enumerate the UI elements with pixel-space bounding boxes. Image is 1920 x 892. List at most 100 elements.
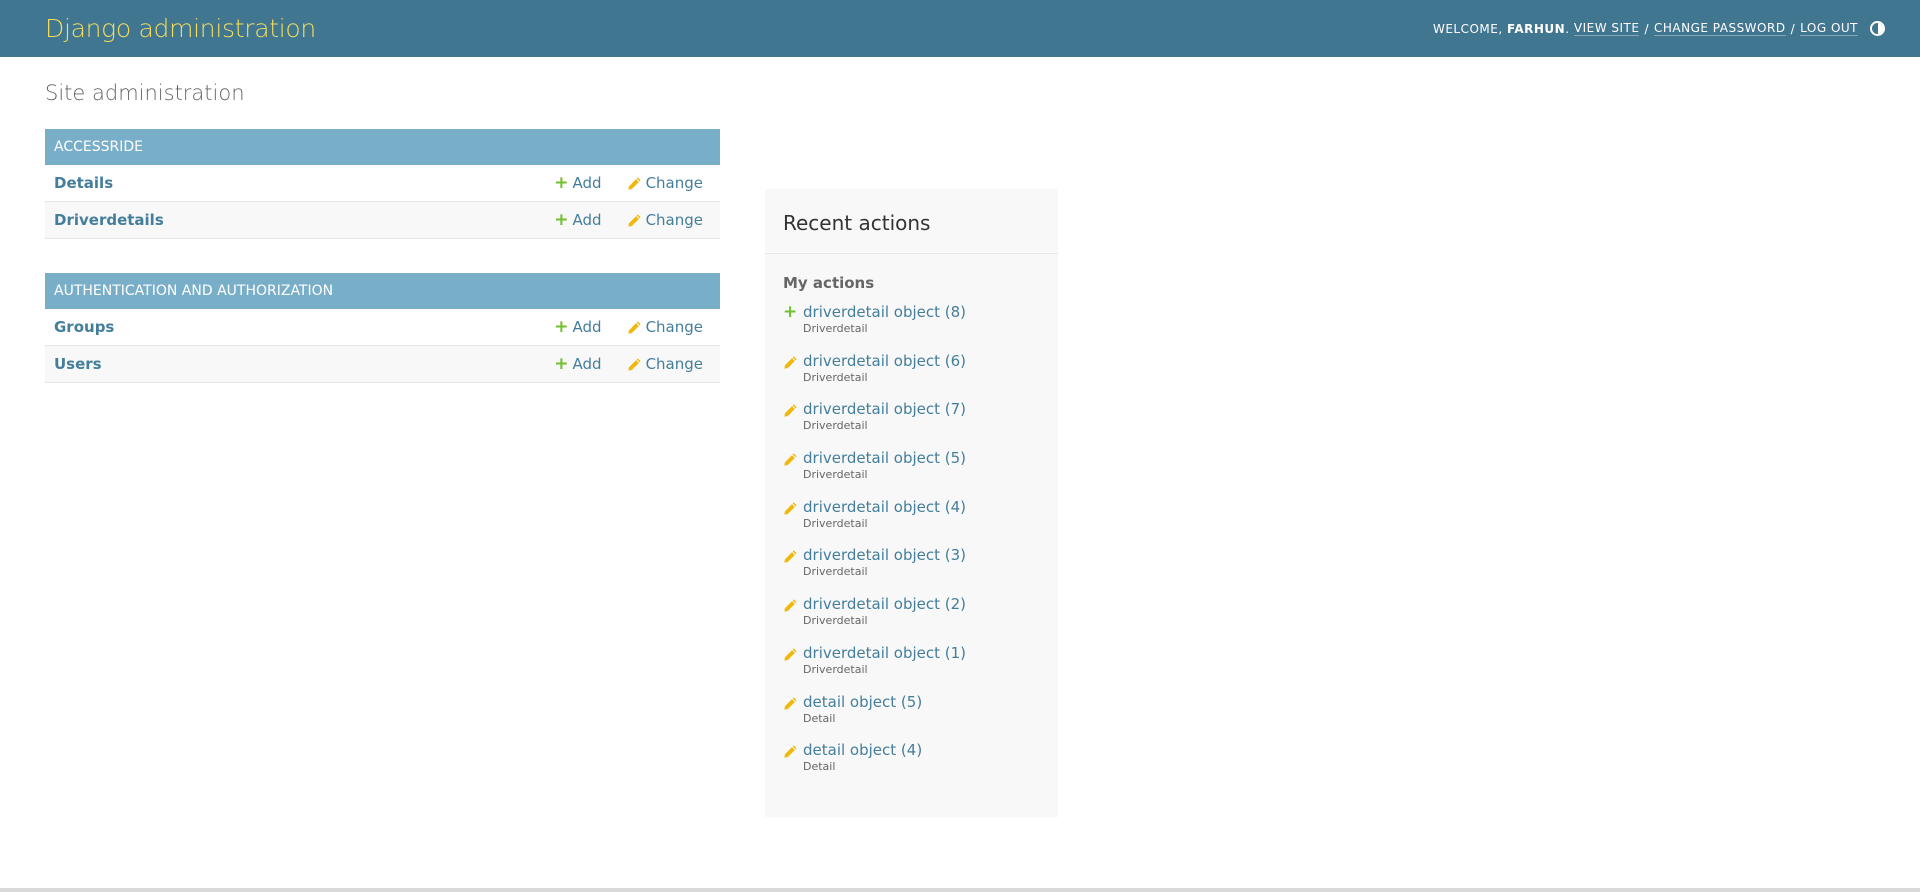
change-button[interactable]: Change (627, 318, 703, 336)
add-label: Add (572, 174, 602, 192)
add-button[interactable]: + Add (554, 174, 601, 192)
recent-action-item: driverdetail object (7) Driverdetail (765, 399, 1058, 448)
recent-action-type: Detail (803, 760, 836, 774)
change-label: Change (645, 355, 703, 373)
change-button[interactable]: Change (627, 174, 703, 192)
period-text: . (1565, 21, 1570, 36)
recent-action-link[interactable]: driverdetail object (5) (803, 448, 966, 468)
main-content: Site administration ACCESSRIDE Details + Ad… (0, 57, 1920, 817)
recent-action-item: driverdetail object (1) Driverdetail (765, 643, 1058, 692)
pencil-icon (783, 594, 803, 643)
pencil-icon (783, 692, 803, 741)
action-text: driverdetail object (3) Driverdetail (803, 545, 966, 594)
add-button[interactable]: + Add (554, 211, 601, 229)
change-label: Change (645, 211, 703, 229)
recent-action-type: Driverdetail (803, 419, 868, 433)
recent-action-item: detail object (5) Detail (765, 692, 1058, 741)
username: FARHUN (1507, 21, 1566, 36)
add-label: Add (572, 318, 602, 336)
action-text: driverdetail object (2) Driverdetail (803, 594, 966, 643)
pencil-icon (627, 213, 641, 227)
separator: / (1790, 21, 1796, 36)
action-text: driverdetail object (8) Driverdetail (803, 302, 966, 351)
view-site-link[interactable]: VIEW SITE (1573, 21, 1640, 36)
model-row: Users + Add Change (45, 346, 720, 383)
recent-action-link[interactable]: driverdetail object (8) (803, 302, 966, 322)
bottom-border (0, 888, 1920, 892)
add-button[interactable]: + Add (554, 318, 601, 336)
recent-action-item: driverdetail object (3) Driverdetail (765, 545, 1058, 594)
recent-actions-panel: Recent actions My actions + driverdetail … (765, 189, 1058, 817)
action-text: detail object (5) Detail (803, 692, 922, 741)
add-label: Add (572, 211, 602, 229)
recent-action-item: driverdetail object (5) Driverdetail (765, 448, 1058, 497)
action-text: detail object (4) Detail (803, 740, 922, 789)
header: Django administration WELCOME, FARHUN. V… (0, 0, 1920, 57)
my-actions-title: My actions (783, 274, 875, 292)
change-password-link[interactable]: CHANGE PASSWORD (1653, 21, 1786, 36)
theme-toggle-icon[interactable] (1870, 21, 1885, 36)
welcome-text: WELCOME, (1432, 21, 1503, 36)
recent-action-link[interactable]: driverdetail object (4) (803, 497, 966, 517)
pencil-icon (783, 399, 803, 448)
recent-action-link[interactable]: driverdetail object (1) (803, 643, 966, 663)
pencil-icon (627, 320, 641, 334)
app-caption[interactable]: AUTHENTICATION AND AUTHORIZATION (45, 273, 720, 309)
pencil-icon (783, 740, 803, 789)
pencil-icon (783, 643, 803, 692)
recent-action-item: driverdetail object (6) Driverdetail (765, 351, 1058, 400)
change-label: Change (645, 174, 703, 192)
recent-action-type: Detail (803, 711, 836, 725)
app-caption[interactable]: ACCESSRIDE (45, 129, 720, 165)
action-text: driverdetail object (7) Driverdetail (803, 399, 966, 448)
recent-action-type: Driverdetail (803, 662, 868, 676)
user-tools: WELCOME, FARHUN. VIEW SITE / CHANGE PASS… (1433, 21, 1885, 36)
plus-icon: + (783, 302, 798, 322)
change-label: Change (645, 318, 703, 336)
recent-action-item: detail object (4) Detail (765, 740, 1058, 789)
recent-actions-title: Recent actions (765, 189, 1058, 254)
model-name-link[interactable]: Driverdetails (54, 211, 554, 229)
recent-action-item: driverdetail object (4) Driverdetail (765, 497, 1058, 546)
pencil-icon (783, 448, 803, 497)
action-text: driverdetail object (6) Driverdetail (803, 351, 966, 400)
recent-action-link[interactable]: driverdetail object (7) (803, 399, 966, 419)
action-text: driverdetail object (1) Driverdetail (803, 643, 966, 692)
plus-icon: + (554, 316, 569, 337)
model-name-link[interactable]: Users (54, 355, 554, 373)
add-button[interactable]: + Add (554, 355, 601, 373)
pencil-icon (783, 545, 803, 594)
recent-action-link[interactable]: driverdetail object (6) (803, 351, 966, 371)
action-text: driverdetail object (4) Driverdetail (803, 497, 966, 546)
plus-icon: + (554, 172, 569, 193)
plus-icon: + (554, 353, 569, 374)
pencil-icon (783, 497, 803, 546)
page-title: Site administration (45, 81, 245, 105)
recent-action-link[interactable]: driverdetail object (3) (803, 545, 966, 565)
recent-action-item: driverdetail object (2) Driverdetail (765, 594, 1058, 643)
change-button[interactable]: Change (627, 211, 703, 229)
model-name-link[interactable]: Groups (54, 318, 554, 336)
action-text: driverdetail object (5) Driverdetail (803, 448, 966, 497)
recent-action-type: Driverdetail (803, 468, 868, 482)
model-row: Groups + Add Change (45, 309, 720, 346)
site-branding[interactable]: Django administration (45, 14, 316, 43)
recent-action-link[interactable]: driverdetail object (2) (803, 594, 966, 614)
model-name-link[interactable]: Details (54, 174, 554, 192)
add-label: Add (572, 355, 602, 373)
recent-action-type: Driverdetail (803, 370, 868, 384)
app-module: AUTHENTICATION AND AUTHORIZATION Groups + A… (45, 273, 720, 383)
recent-action-link[interactable]: detail object (5) (803, 692, 922, 712)
log-out-link[interactable]: LOG OUT (1800, 21, 1858, 36)
recent-action-type: Driverdetail (803, 614, 868, 628)
recent-action-type: Driverdetail (803, 322, 868, 335)
pencil-icon (627, 357, 641, 371)
recent-action-link[interactable]: detail object (4) (803, 740, 922, 760)
recent-action-type: Driverdetail (803, 516, 868, 530)
separator: / (1644, 21, 1649, 36)
pencil-icon (783, 351, 803, 400)
plus-icon: + (554, 209, 569, 230)
recent-action-type: Driverdetail (803, 565, 868, 579)
change-button[interactable]: Change (627, 355, 703, 373)
recent-action-item: + driverdetail object (8) Driverdetail (765, 302, 1058, 351)
